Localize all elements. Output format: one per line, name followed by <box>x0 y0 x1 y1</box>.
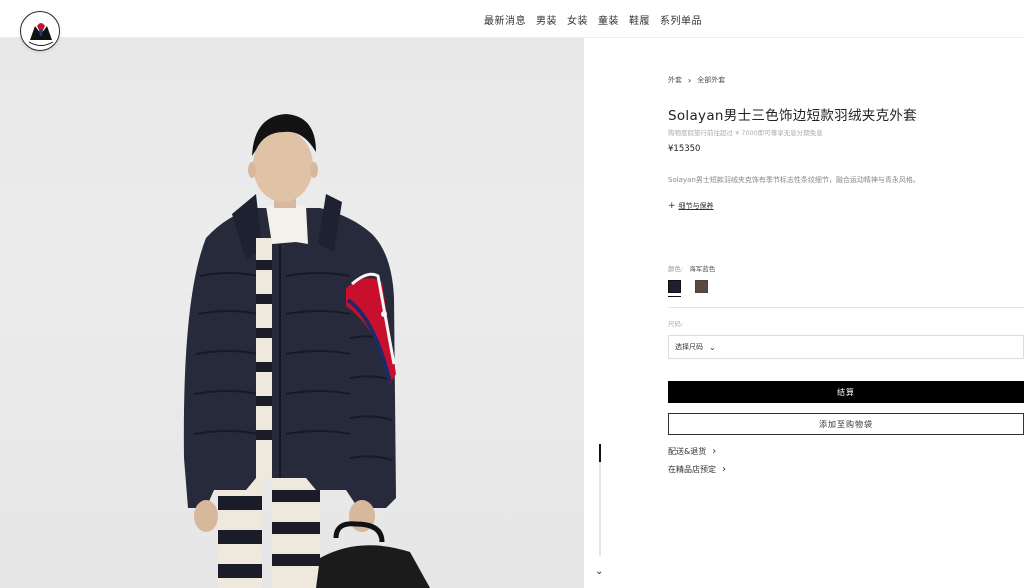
nav-shoes[interactable]: 鞋履 <box>629 12 650 27</box>
chevron-right-icon: › <box>712 446 717 457</box>
details-care-label: 细节与保养 <box>678 202 714 210</box>
add-to-bag-button[interactable]: 添加至购物袋 <box>668 413 1024 435</box>
color-swatch-navy[interactable] <box>668 280 681 293</box>
boutique-reserve-label: 在精品店预定 <box>668 465 716 474</box>
color-swatch-brown[interactable] <box>695 280 708 293</box>
product-price: ¥15350 <box>668 144 701 154</box>
breadcrumb-all-outerwear[interactable]: 全部外套 <box>697 75 725 85</box>
nav-women[interactable]: 女装 <box>567 12 588 27</box>
installment-note: 购物度假旅行前往超过 ¥ 7000即可尊享无息分期免息 <box>668 129 823 137</box>
shipping-returns-label: 配送&退货 <box>668 447 707 456</box>
size-select[interactable]: 选择尺码 ⌄ <box>668 335 1024 359</box>
divider <box>668 307 1024 308</box>
product-title: Solayan男士三色饰边短款羽绒夹克外套 <box>668 108 917 124</box>
color-label: 颜色: 海军蓝色 <box>668 263 715 273</box>
gallery-scroll-thumb[interactable] <box>599 444 601 462</box>
chevron-right-icon: › <box>722 464 726 475</box>
nav-latest[interactable]: 最新消息 <box>484 12 526 27</box>
site-header: 最新消息 男装 女装 童装 鞋履 系列单品 <box>0 0 1024 51</box>
model-illustration <box>183 114 430 588</box>
nav-kids[interactable]: 童装 <box>598 12 619 27</box>
details-care-link[interactable]: + 细节与保养 <box>668 201 714 211</box>
boutique-reserve-link[interactable]: 在精品店预定 › <box>668 464 726 475</box>
breadcrumb-outerwear[interactable]: 外套 <box>668 75 682 85</box>
nav-men[interactable]: 男装 <box>536 12 557 27</box>
shipping-returns-link[interactable]: 配送&退货 › <box>668 446 716 457</box>
nav-collections[interactable]: 系列单品 <box>660 12 702 27</box>
selected-swatch-indicator <box>668 296 681 297</box>
chevron-down-icon: ⌄ <box>709 342 716 352</box>
size-label: 尺码: <box>668 320 684 328</box>
main-nav: 最新消息 男装 女装 童装 鞋履 系列单品 <box>484 12 702 27</box>
color-label-text: 颜色: <box>668 265 684 273</box>
breadcrumb: 外套 › 全部外套 <box>668 75 725 85</box>
double-chevron-down-icon[interactable]: ⌄ <box>595 566 603 577</box>
moncler-logo[interactable] <box>20 11 60 51</box>
size-select-value: 选择尺码 <box>675 343 703 351</box>
product-photo[interactable] <box>0 38 584 588</box>
plus-icon: + <box>668 201 676 211</box>
color-value: 海军蓝色 <box>689 265 716 273</box>
checkout-button[interactable]: 结算 <box>668 381 1024 403</box>
chevron-right-icon: › <box>688 75 692 85</box>
product-description: Solayan男士短款羽绒夹克饰有季节标志性条纹细节，融合运动精神与青永风格。 <box>668 176 920 184</box>
